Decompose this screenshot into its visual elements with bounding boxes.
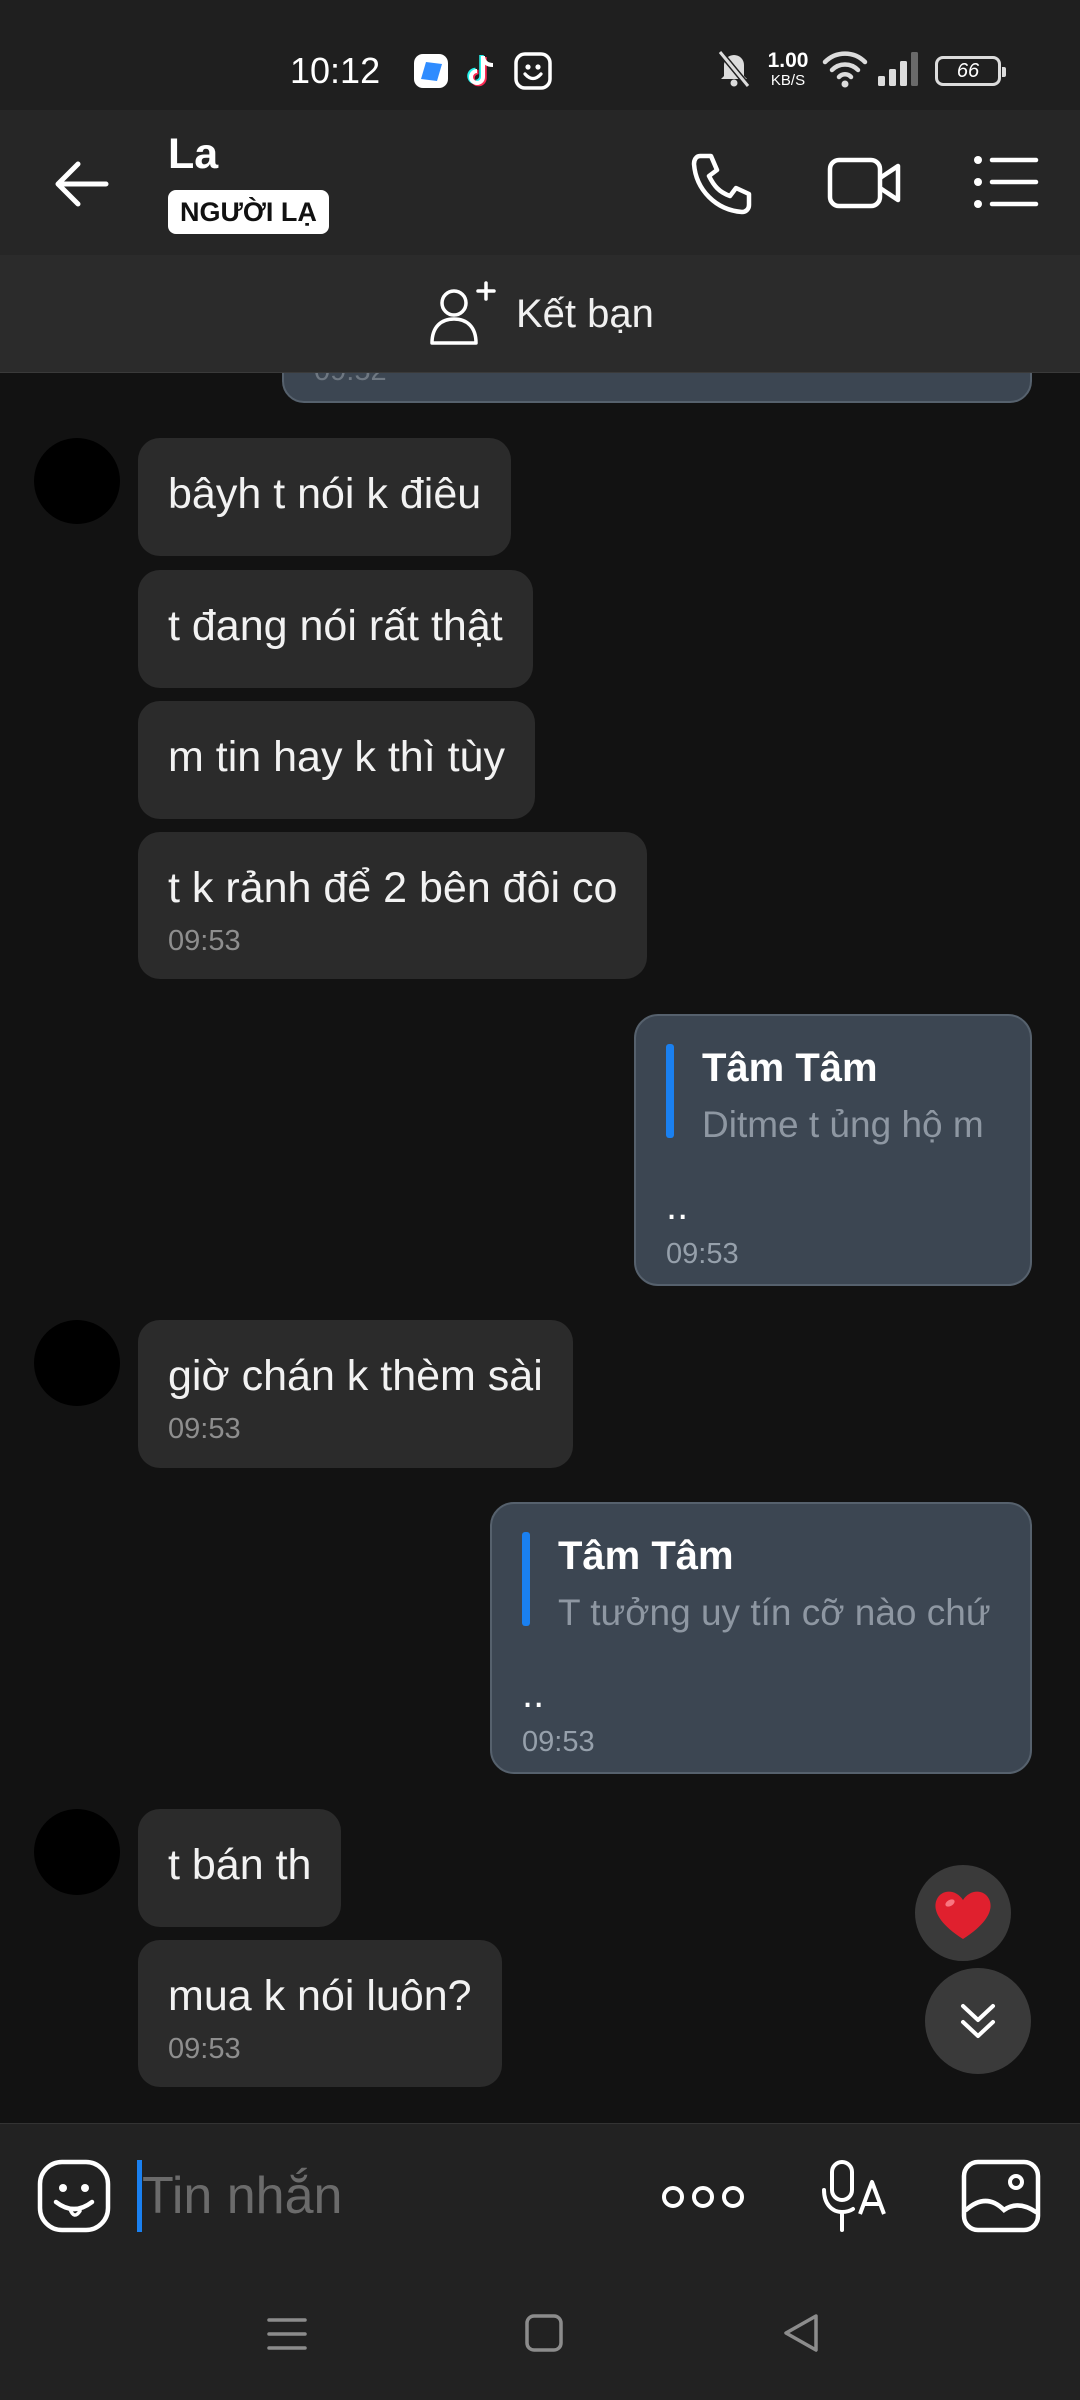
quote-accent-bar xyxy=(666,1044,674,1138)
incoming-message[interactable]: giờ chán k thèm sài 09:53 xyxy=(138,1320,573,1468)
add-friend-button[interactable]: Kết bạn xyxy=(428,279,654,349)
chat-header: La NGƯỜI LẠ xyxy=(0,110,1080,255)
message-timestamp: 09:53 xyxy=(168,2033,241,2065)
message-composer xyxy=(0,2123,1080,2268)
recent-apps-icon xyxy=(267,2318,307,2350)
image-icon xyxy=(961,2159,1041,2233)
message-timestamp: 09:52 xyxy=(314,373,387,388)
scroll-to-bottom-button[interactable] xyxy=(925,1968,1031,2074)
video-camera-icon xyxy=(827,157,901,209)
network-speed-value: 1.00 xyxy=(767,49,809,72)
battery-icon: 66 xyxy=(935,56,1006,86)
system-navigation-bar xyxy=(0,2268,1080,2400)
stranger-badge: NGƯỜI LẠ xyxy=(168,190,329,234)
files-app-icon xyxy=(412,52,450,90)
home-icon xyxy=(525,2314,563,2352)
contact-avatar[interactable] xyxy=(34,1320,120,1406)
quote-accent-bar xyxy=(522,1532,530,1626)
message-timestamp: 09:53 xyxy=(168,925,241,957)
image-picker-button[interactable] xyxy=(960,2158,1042,2234)
status-bar: 10:12 1.00 KB/S 66 xyxy=(0,0,1080,110)
network-speed: 1.00 KB/S xyxy=(760,50,816,88)
quick-heart-button[interactable] xyxy=(915,1865,1011,1961)
message-text: t k rảnh để 2 bên đôi co xyxy=(168,864,618,912)
message-text: bâyh t nói k điêu xyxy=(168,470,482,518)
message-input[interactable] xyxy=(142,2160,612,2232)
home-button[interactable] xyxy=(523,2312,565,2354)
incoming-message[interactable]: t đang nói rất thật xyxy=(138,570,533,688)
quoted-text: T tưởng uy tín cỡ nào chứ xyxy=(558,1592,991,1633)
message-timestamp: 09:53 xyxy=(168,1413,241,1445)
wifi-icon xyxy=(822,46,868,96)
double-chevron-down-icon xyxy=(961,2004,995,2038)
incoming-message[interactable]: t bán th xyxy=(138,1809,342,1927)
chat-options-button[interactable] xyxy=(972,150,1040,214)
outgoing-message[interactable]: Tâm Tâm Ditme t ủng hộ m .. 09:53 xyxy=(634,1014,1032,1286)
add-friend-bar: Kết bạn xyxy=(0,255,1080,373)
incoming-message[interactable]: t k rảnh để 2 bên đôi co 09:53 xyxy=(138,832,648,979)
message-text: m tin hay k thì tùy xyxy=(168,733,505,781)
recent-apps-button[interactable] xyxy=(266,2314,308,2354)
quoted-sender: Tâm Tâm xyxy=(558,1534,734,1578)
more-dots-icon xyxy=(662,2186,744,2208)
network-speed-unit: KB/S xyxy=(770,72,806,89)
heart-icon xyxy=(935,1891,991,1939)
contact-avatar[interactable] xyxy=(34,1809,120,1895)
incoming-message[interactable]: bâyh t nói k điêu xyxy=(138,438,512,556)
system-back-button[interactable] xyxy=(780,2310,822,2356)
back-triangle-icon xyxy=(784,2314,818,2352)
sticker-button[interactable] xyxy=(36,2158,112,2234)
phone-icon xyxy=(691,153,752,215)
call-button[interactable] xyxy=(686,148,756,218)
message-timestamp: 09:53 xyxy=(666,1238,739,1270)
more-options-button[interactable] xyxy=(660,2172,746,2222)
voice-to-text-button[interactable] xyxy=(820,2158,892,2236)
add-friend-icon xyxy=(430,281,496,345)
smiley-app-icon xyxy=(514,52,552,90)
previous-outgoing-message[interactable]: 09:52 xyxy=(282,373,1032,403)
add-friend-label: Kết bạn xyxy=(516,291,654,336)
message-text: .. xyxy=(522,1672,545,1716)
message-text: .. xyxy=(666,1184,689,1228)
quoted-sender: Tâm Tâm xyxy=(702,1046,878,1090)
message-text: mua k nói luôn? xyxy=(168,1972,472,2020)
status-time: 10:12 xyxy=(290,50,381,91)
signal-icon xyxy=(876,46,920,96)
back-button[interactable] xyxy=(50,152,114,216)
voice-to-text-icon xyxy=(822,2160,886,2232)
chat-messages[interactable]: 09:52 bâyh t nói k điêu t đang nói rất t… xyxy=(0,373,1080,2123)
incoming-message[interactable]: mua k nói luôn? 09:53 xyxy=(138,1940,502,2087)
quoted-text: Ditme t ủng hộ m xyxy=(702,1104,984,1145)
sticker-icon xyxy=(37,2159,111,2233)
tiktok-icon xyxy=(462,52,500,90)
menu-list-icon xyxy=(974,156,1039,208)
contact-name[interactable]: La xyxy=(168,130,218,179)
message-text: t bán th xyxy=(168,1841,312,1889)
message-text: t đang nói rất thật xyxy=(168,602,503,650)
contact-avatar[interactable] xyxy=(34,438,120,524)
incoming-message[interactable]: m tin hay k thì tùy xyxy=(138,701,535,819)
mute-bell-icon xyxy=(716,46,752,96)
outgoing-message[interactable]: Tâm Tâm T tưởng uy tín cỡ nào chứ .. 09:… xyxy=(490,1502,1032,1774)
video-call-button[interactable] xyxy=(826,150,902,216)
message-text: giờ chán k thèm sài xyxy=(168,1352,543,1400)
back-arrow-icon xyxy=(55,161,109,207)
message-timestamp: 09:53 xyxy=(522,1726,595,1758)
